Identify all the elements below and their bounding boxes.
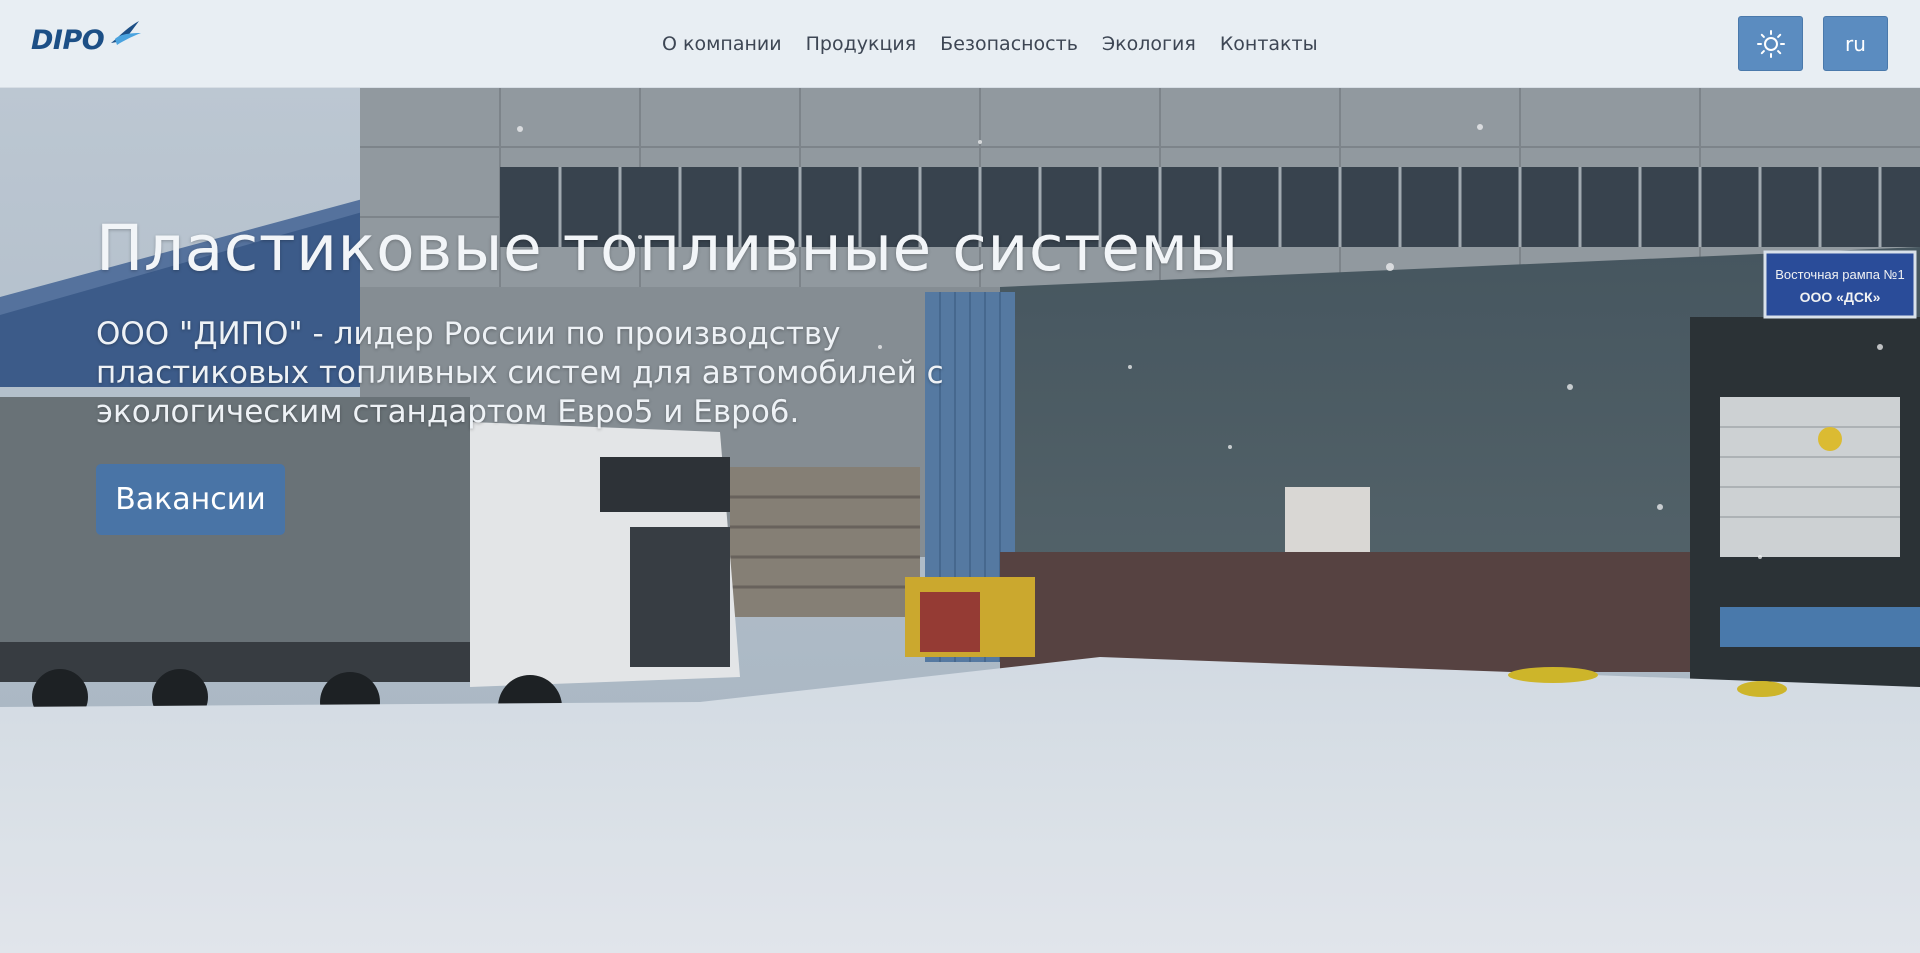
nav-link-about[interactable]: О компании <box>650 28 794 60</box>
hero-subtitle: ООО "ДИПО" - лидер России по производств… <box>96 316 944 430</box>
logo[interactable]: DIPO <box>31 19 143 61</box>
nav-link-products[interactable]: Продукция <box>794 28 929 60</box>
navbar: DIPO О компании Продукция Безопасность Э… <box>0 0 1920 88</box>
hero-title: Пластиковые топливные системы <box>96 212 1239 285</box>
nav-link-ecology[interactable]: Экология <box>1090 28 1208 60</box>
nav-link-safety[interactable]: Безопасность <box>928 28 1090 60</box>
sun-icon <box>1756 29 1785 58</box>
hero-section: Восточная рампа №1 ООО «ДСК» Пластиковые… <box>0 87 1920 953</box>
nav-link-contacts[interactable]: Контакты <box>1208 28 1330 60</box>
language-button[interactable]: ru <box>1823 16 1888 71</box>
theme-toggle-button[interactable] <box>1738 16 1803 71</box>
logo-bird-icon <box>111 21 141 45</box>
vacancies-button[interactable]: Вакансии <box>96 464 285 535</box>
logo-text: DIPO <box>31 24 105 56</box>
main-nav: О компании Продукция Безопасность Эколог… <box>650 28 1330 60</box>
